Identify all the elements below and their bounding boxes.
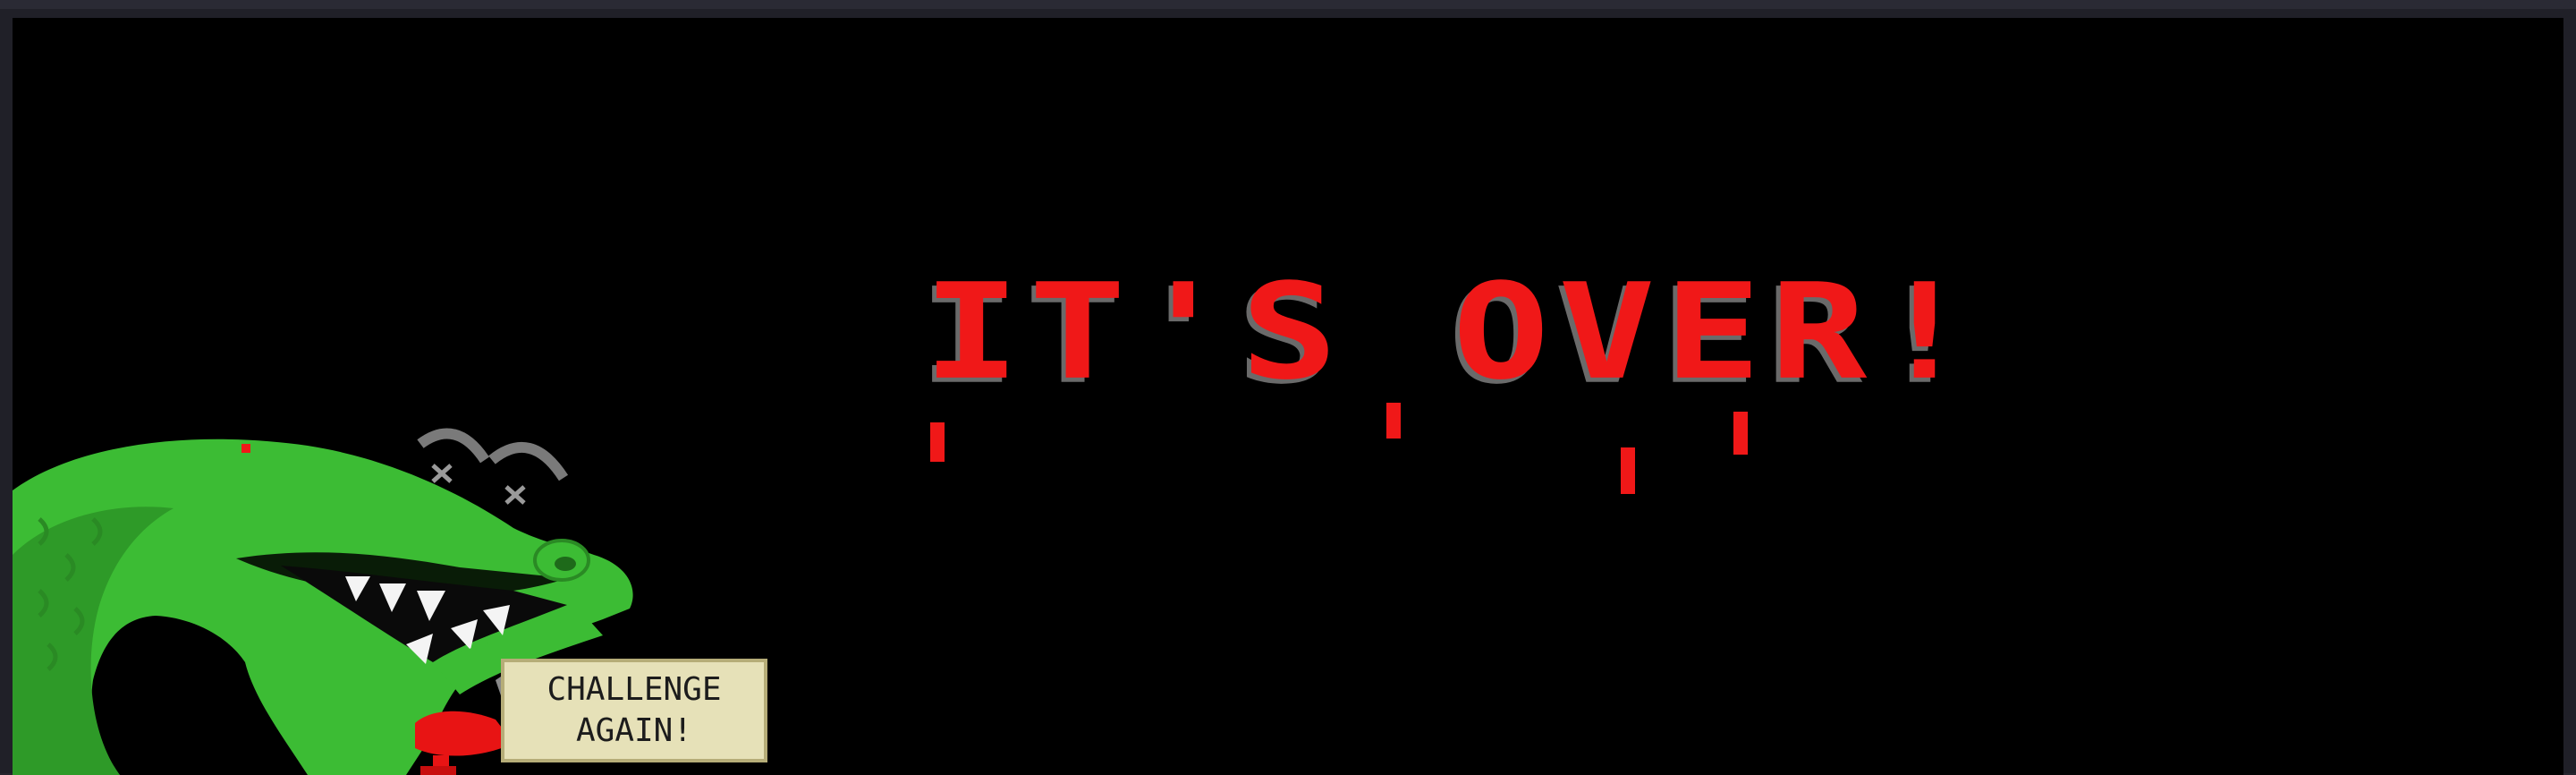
game-canvas: IT'S OVER! CHALLENGE AGAIN! [13, 18, 2563, 775]
game-window: IT'S OVER! CHALLENGE AGAIN! [0, 0, 2576, 775]
challenge-again-label-line1: CHALLENGE [547, 671, 722, 708]
challenge-again-button[interactable]: CHALLENGE AGAIN! [501, 659, 767, 762]
dragon-scene [13, 428, 633, 775]
challenge-again-label-line2: AGAIN! [575, 712, 693, 749]
